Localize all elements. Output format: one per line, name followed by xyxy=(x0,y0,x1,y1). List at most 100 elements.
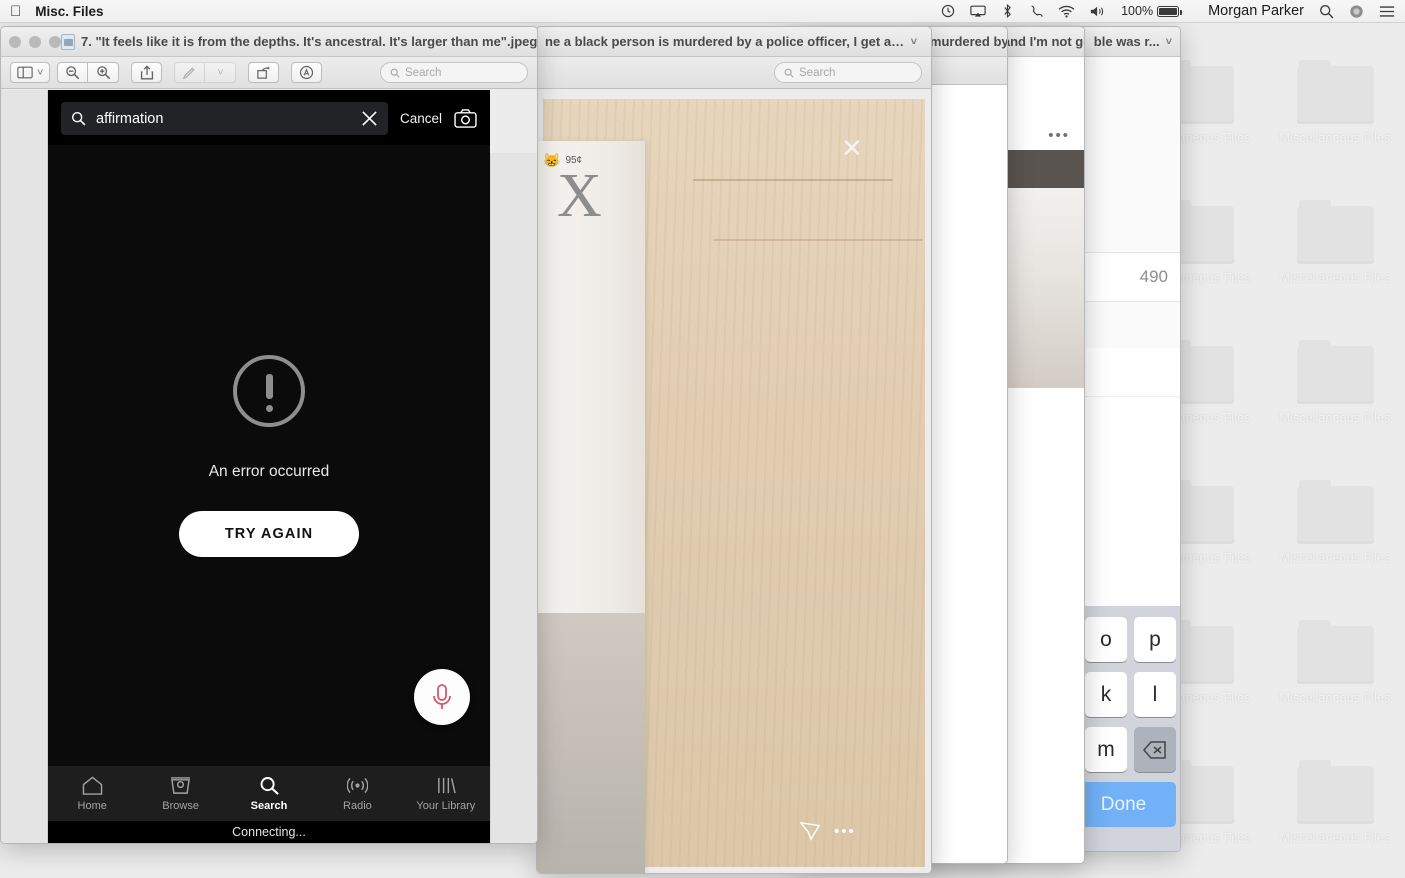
time-machine-icon[interactable] xyxy=(941,4,955,18)
folder-icon xyxy=(1296,200,1374,264)
zoom-button[interactable] xyxy=(49,35,61,48)
window-title: ne a black person is murdered by a polic… xyxy=(545,34,905,49)
search-icon[interactable] xyxy=(1319,4,1334,19)
phone-icon[interactable] xyxy=(1029,4,1043,18)
key-k[interactable]: k xyxy=(1085,672,1127,717)
zoom-in-button[interactable] xyxy=(88,62,120,83)
preview-sidebar[interactable] xyxy=(1,90,48,843)
folder-icon xyxy=(1296,60,1374,124)
error-message: An error occurred xyxy=(208,462,330,480)
clear-search-icon[interactable] xyxy=(361,110,378,127)
window-preview-photo[interactable]: ne a black person is murdered by a polic… xyxy=(536,26,932,874)
connection-status: Connecting... xyxy=(48,821,490,843)
try-again-button[interactable]: TRY AGAIN xyxy=(178,510,360,557)
apple-logo-icon[interactable]:  xyxy=(10,4,21,19)
folder-label: Miscellaneous Files xyxy=(1279,551,1391,565)
wood-grain xyxy=(713,239,923,241)
wood-grain xyxy=(693,179,893,181)
key-p[interactable]: p xyxy=(1134,617,1176,662)
active-app-name[interactable]: Misc. Files xyxy=(35,4,103,19)
folder-label: Miscellaneous Files xyxy=(1279,131,1391,145)
search-input-value: affirmation xyxy=(96,110,164,127)
battery-icon xyxy=(1157,5,1183,17)
keyboard-done-button[interactable]: Done xyxy=(1071,782,1176,827)
minimize-button[interactable] xyxy=(29,35,41,48)
spotify-screenshot: affirmation Cancel An error occurred TRY… xyxy=(48,90,490,843)
folder-icon xyxy=(1296,620,1374,684)
macos-menu-bar:  Misc. Files 100% Morgan Parker xyxy=(0,0,1405,23)
story-action-bar: ••• xyxy=(800,821,872,841)
desktop-folder[interactable]: Miscellaneous Files xyxy=(1265,480,1405,620)
microphone-icon[interactable] xyxy=(414,669,470,725)
airplay-icon[interactable] xyxy=(970,5,986,18)
zoom-out-button[interactable] xyxy=(57,62,89,83)
tab-radio[interactable]: Radio xyxy=(313,776,401,812)
close-button[interactable] xyxy=(9,35,21,48)
search-input[interactable]: affirmation xyxy=(61,102,388,135)
folder-label: Miscellaneous Files xyxy=(1279,271,1391,285)
photo-wood-background: 😸 95¢ X xyxy=(537,99,925,873)
chevron-down-icon[interactable]: ˅ xyxy=(911,36,917,48)
chevron-down-icon[interactable]: ˅ xyxy=(217,67,223,79)
markup-button[interactable] xyxy=(174,62,206,83)
window-search-field[interactable]: Search xyxy=(380,62,528,83)
markup-controls: ˅ xyxy=(174,62,237,83)
volume-icon[interactable] xyxy=(1090,5,1106,18)
send-icon[interactable] xyxy=(800,821,820,841)
window-body: 😸 95¢ X xyxy=(537,89,931,873)
sidebar-view-button[interactable]: ˅ xyxy=(10,62,51,83)
key-o[interactable]: o xyxy=(1085,617,1127,662)
rotate-button[interactable] xyxy=(248,62,280,83)
tab-browse[interactable]: Browse xyxy=(136,776,224,812)
tab-home[interactable]: Home xyxy=(48,776,136,812)
backspace-icon[interactable] xyxy=(1134,727,1176,772)
chevron-down-icon[interactable]: ˅ xyxy=(37,67,43,79)
tab-label: Home xyxy=(77,799,107,812)
folder-icon xyxy=(1296,480,1374,544)
more-options-icon[interactable]: ••• xyxy=(834,823,856,840)
wifi-icon[interactable] xyxy=(1058,5,1075,18)
bluetooth-icon[interactable] xyxy=(1001,4,1014,18)
folder-icon xyxy=(1296,760,1374,824)
zoom-controls xyxy=(57,62,120,83)
window-body: affirmation Cancel An error occurred TRY… xyxy=(1,90,537,843)
desktop-folder[interactable]: Miscellaneous Files xyxy=(1265,340,1405,480)
desktop-folder[interactable]: Miscellaneous Files xyxy=(1265,760,1405,878)
document-icon xyxy=(61,33,75,50)
camera-icon[interactable] xyxy=(454,109,477,128)
battery-status[interactable]: 100% xyxy=(1121,4,1183,18)
tab-your-library[interactable]: Your Library xyxy=(402,776,490,812)
desktop-folder[interactable]: Miscellaneous Files xyxy=(1265,620,1405,760)
window-search-field[interactable]: Search xyxy=(774,62,922,83)
tab-label: Search xyxy=(250,799,288,812)
user-name[interactable]: Morgan Parker xyxy=(1208,3,1304,19)
card-letter: X xyxy=(557,162,602,230)
toolbar: ˅ ˅ Search xyxy=(1,57,537,89)
toolbar: Search xyxy=(537,57,931,89)
annotate-button[interactable] xyxy=(291,62,323,83)
chevron-down-icon[interactable]: ˅ xyxy=(1166,36,1172,48)
traffic-lights[interactable] xyxy=(9,35,61,48)
close-icon[interactable]: ✕ xyxy=(841,135,863,161)
desktop-folder[interactable]: Miscellaneous Files xyxy=(1265,200,1405,340)
share-button[interactable] xyxy=(131,62,163,83)
tab-search[interactable]: Search xyxy=(225,776,313,812)
cancel-button[interactable]: Cancel xyxy=(400,111,442,126)
key-l[interactable]: l xyxy=(1134,672,1176,717)
spotify-error-state: An error occurred TRY AGAIN xyxy=(48,145,490,766)
desktop-folder[interactable]: Miscellaneous Files xyxy=(1265,60,1405,200)
control-center-icon[interactable] xyxy=(1379,5,1395,18)
markup-dropdown-button[interactable]: ˅ xyxy=(205,62,237,83)
window-title: 7. "It feels like it is from the depths.… xyxy=(81,34,538,49)
folder-label: Miscellaneous Files xyxy=(1279,831,1391,845)
titlebar[interactable]: 7. "It feels like it is from the depths.… xyxy=(1,27,537,57)
tab-label: Radio xyxy=(343,799,372,812)
window-preview-front[interactable]: 7. "It feels like it is from the depths.… xyxy=(0,26,538,844)
folder-icon xyxy=(1296,340,1374,404)
titlebar[interactable]: ne a black person is murdered by a polic… xyxy=(537,27,931,57)
count-value: 490 xyxy=(1139,266,1168,286)
key-m[interactable]: m xyxy=(1085,727,1127,772)
siri-icon[interactable] xyxy=(1349,4,1364,19)
folder-label: Miscellaneous Files xyxy=(1279,691,1391,705)
search-placeholder: Search xyxy=(799,66,836,79)
